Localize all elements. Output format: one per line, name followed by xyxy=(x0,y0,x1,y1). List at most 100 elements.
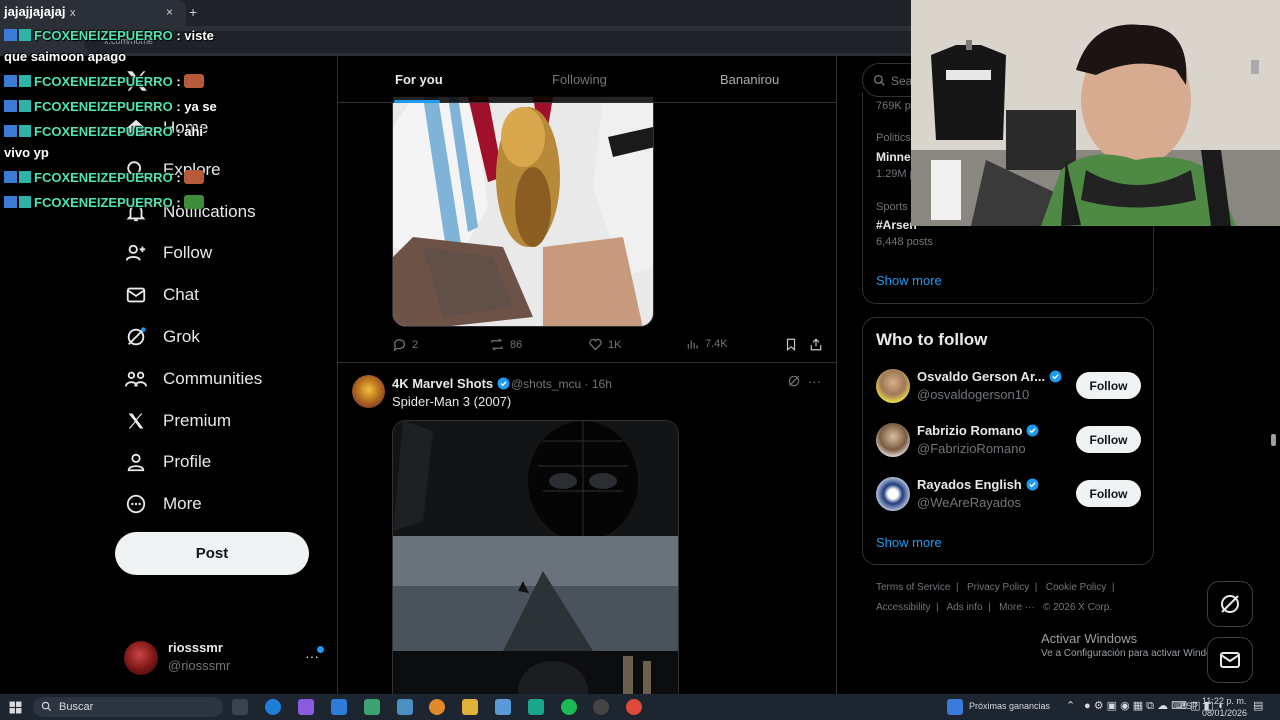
file-explorer-icon[interactable] xyxy=(462,699,478,715)
bookmark-action[interactable] xyxy=(784,337,798,352)
post-author-handle[interactable]: @shots_mcu · 16h xyxy=(511,377,612,391)
tab-for-you[interactable]: For you xyxy=(395,72,443,87)
footer-separator: | xyxy=(956,582,959,593)
chat-message: FCOXENEIZEPUERRO : xyxy=(4,74,205,89)
badge-icon xyxy=(4,125,17,137)
post-text: Spider-Man 3 (2007) xyxy=(392,394,512,409)
notification-dot xyxy=(317,646,324,653)
post-image-trophy[interactable] xyxy=(392,96,654,327)
nav-item-chat[interactable]: Chat xyxy=(124,280,199,310)
store-icon[interactable] xyxy=(364,699,380,715)
follow-suggestion[interactable]: Osvaldo Gerson Ar... @osvaldogerson10 Fo… xyxy=(876,368,1142,404)
copilot-icon[interactable] xyxy=(298,699,314,715)
follow-suggestion[interactable]: Fabrizio Romano @FabrizioRomano Follow xyxy=(876,422,1142,458)
follow-button[interactable]: Follow xyxy=(1076,426,1141,453)
privacy-link[interactable]: Privacy Policy xyxy=(967,582,1029,593)
more-circle-icon xyxy=(124,492,148,516)
tab-close-icon[interactable]: × xyxy=(166,5,173,19)
more-link[interactable]: More ··· xyxy=(999,602,1035,613)
follow-suggestion[interactable]: Rayados English @WeAreRayados Follow xyxy=(876,476,1142,512)
notification-center-icon[interactable]: ▤ xyxy=(1253,699,1263,712)
edge-icon[interactable] xyxy=(265,699,281,715)
weather-widget-text[interactable]: Próximas ganancias xyxy=(969,701,1050,711)
accessibility-link[interactable]: Accessibility xyxy=(876,602,930,613)
share-action[interactable] xyxy=(809,337,823,352)
chrome-icon[interactable] xyxy=(626,699,642,715)
app-icon[interactable] xyxy=(528,699,544,715)
firefox-icon[interactable] xyxy=(429,699,445,715)
trend-meta: 769K p xyxy=(876,100,911,112)
trend-topic[interactable]: Minne xyxy=(876,150,911,164)
nav-item-follow[interactable]: Follow xyxy=(124,238,212,268)
weather-widget-icon[interactable] xyxy=(947,699,963,715)
task-view-icon[interactable] xyxy=(232,699,248,715)
suggestion-name: Fabrizio Romano xyxy=(917,423,1039,438)
trend-category[interactable]: Politics xyxy=(876,132,911,144)
badge-icon xyxy=(19,196,31,208)
nav-item-grok[interactable]: Grok xyxy=(124,322,200,352)
x-logo-icon xyxy=(124,409,148,433)
who-to-follow-card: Who to follow Osvaldo Gerson Ar... @osva… xyxy=(862,317,1154,565)
language-indicator[interactable]: ESP xyxy=(1180,701,1198,711)
avatar xyxy=(876,423,910,457)
obs-icon[interactable] xyxy=(593,699,609,715)
cookie-link[interactable]: Cookie Policy xyxy=(1046,582,1107,593)
follow-button[interactable]: Follow xyxy=(1076,372,1141,399)
nav-label-grok: Grok xyxy=(163,327,200,346)
nav-label-communities: Communities xyxy=(163,369,263,388)
like-action[interactable]: 1K xyxy=(588,337,621,352)
scrollbar-thumb[interactable] xyxy=(1271,434,1276,446)
like-count: 1K xyxy=(608,338,622,351)
tab-following[interactable]: Following xyxy=(552,72,607,87)
windows-activation-subtitle: Ve a Configuración para activar Windows. xyxy=(1041,648,1227,659)
clock-date[interactable]: 08/01/2026 xyxy=(1202,708,1247,718)
repost-count: 86 xyxy=(510,338,523,351)
nav-item-communities[interactable]: Communities xyxy=(124,364,262,394)
views-action[interactable]: 7.4K xyxy=(686,337,728,351)
repost-action[interactable]: 86 xyxy=(489,337,522,352)
new-tab-button[interactable]: + xyxy=(189,4,197,20)
chat-text: que saimoon apago xyxy=(4,49,127,64)
reply-action[interactable]: 2 xyxy=(392,337,418,352)
clock-time[interactable]: 11:22 p. m. xyxy=(1202,696,1246,706)
post-author-name[interactable]: 4K Marvel Shots xyxy=(392,376,510,391)
nav-item-more[interactable]: More xyxy=(124,489,202,519)
grok-icon xyxy=(124,325,148,349)
terms-link[interactable]: Terms of Service xyxy=(876,582,950,593)
avatar[interactable] xyxy=(352,375,385,408)
nav-item-profile[interactable]: Profile xyxy=(124,447,211,477)
tab-bananirou[interactable]: Bananirou xyxy=(720,72,779,87)
badge-icon xyxy=(19,75,31,87)
footer-separator: | xyxy=(988,602,991,613)
photos-icon[interactable] xyxy=(495,699,511,715)
nav-item-premium[interactable]: Premium xyxy=(124,406,231,436)
active-tab-indicator xyxy=(394,100,440,103)
vscode-icon[interactable] xyxy=(397,699,413,715)
spotify-icon[interactable] xyxy=(561,699,577,715)
grok-fab-button[interactable] xyxy=(1207,581,1253,627)
trend-count: 6,448 posts xyxy=(876,236,933,248)
suggestion-name: Osvaldo Gerson Ar... xyxy=(917,369,1062,384)
nav-label-premium: Premium xyxy=(163,411,232,430)
post-button[interactable]: Post xyxy=(115,532,309,575)
show-more-link[interactable]: Show more xyxy=(876,535,942,550)
show-more-link[interactable]: Show more xyxy=(876,273,942,288)
chat-message: FCOXENEIZEPUERRO : xyxy=(4,195,205,210)
taskbar-search[interactable]: Buscar xyxy=(33,697,223,717)
badge-icon xyxy=(19,29,31,41)
person-icon xyxy=(124,450,148,474)
post-image-spiderman[interactable] xyxy=(392,420,679,694)
tray-chevron-icon[interactable]: ⌃ xyxy=(1066,699,1075,712)
add-user-icon xyxy=(124,241,148,265)
trend-category[interactable]: Sports xyxy=(876,201,908,213)
suggestion-name-label: Fabrizio Romano xyxy=(917,423,1023,438)
follow-button[interactable]: Follow xyxy=(1076,480,1141,507)
grok-icon[interactable] xyxy=(787,374,801,393)
badge-icon xyxy=(19,125,31,137)
mail-app-icon[interactable] xyxy=(331,699,347,715)
ads-info-link[interactable]: Ads info xyxy=(946,602,982,613)
chat-message: FCOXENEIZEPUERRO : ya se xyxy=(4,99,217,114)
post-more-icon[interactable]: ··· xyxy=(808,374,821,389)
windows-start-icon[interactable] xyxy=(9,701,22,714)
messages-fab-button[interactable] xyxy=(1207,637,1253,683)
